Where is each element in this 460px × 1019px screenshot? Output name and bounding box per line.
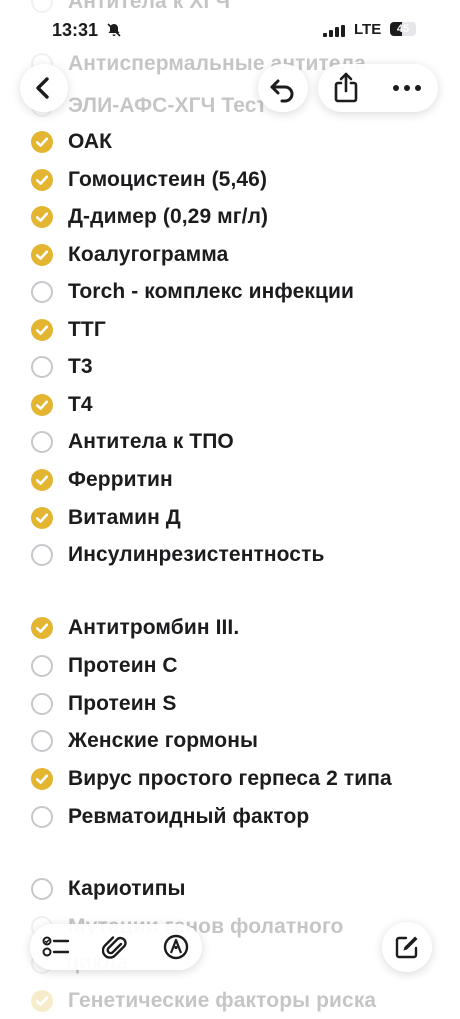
attach-button[interactable] — [101, 933, 128, 966]
checklist-item-label: Женские гормоны — [68, 729, 259, 752]
checkbox-unchecked-icon[interactable] — [31, 544, 53, 566]
checklist-item-label: Антитела к ТПО — [68, 430, 234, 453]
checkbox-checked-icon[interactable] — [31, 206, 53, 228]
undo-icon — [270, 79, 294, 103]
checklist-item-label: Антитромбин III. — [68, 616, 240, 639]
battery-icon: 45 — [390, 22, 416, 36]
checklist-item[interactable]: Витамин Д — [0, 500, 460, 536]
paperclip-icon — [101, 936, 127, 959]
checklist-item-label: Кариотипы — [68, 877, 186, 900]
checklist-item-label: Инсулинрезистентность — [68, 543, 325, 566]
checklist-item[interactable]: Кариотипы — [0, 871, 460, 907]
checklist-item[interactable]: Протеин S — [0, 686, 460, 722]
checklist-item-label: Генетические факторы риска — [68, 989, 377, 1012]
checklist-item[interactable]: Torch - комплекс инфекции — [0, 274, 460, 310]
share-icon — [334, 72, 358, 103]
battery-level: 45 — [396, 23, 410, 35]
checkbox-checked-icon[interactable] — [31, 990, 53, 1012]
chevron-left-icon — [36, 77, 49, 99]
network-label: LTE — [354, 21, 382, 38]
back-button[interactable] — [20, 64, 68, 112]
checkbox-unchecked-icon[interactable] — [31, 655, 53, 677]
share-button[interactable] — [332, 70, 360, 109]
checkbox-checked-icon[interactable] — [31, 469, 53, 491]
checklist-item[interactable]: Протеин С — [0, 648, 460, 684]
checklist-item-label: Вирус простого герпеса 2 типа — [68, 767, 392, 790]
checkbox-unchecked-icon[interactable] — [31, 730, 53, 752]
checklist-item-label: ОАК — [68, 130, 113, 153]
checklist-item-label: Д-димер (0,29 мг/л) — [68, 205, 269, 228]
checklist-item-label: Коалугограмма — [68, 243, 229, 266]
compose-button[interactable] — [382, 922, 432, 972]
checkbox-checked-icon[interactable] — [31, 394, 53, 416]
checklist-item[interactable]: Ревматоидный фактор — [0, 799, 460, 835]
checklist-item[interactable]: Ферритин — [0, 462, 460, 498]
status-time: 13:31 — [52, 20, 99, 40]
markup-button[interactable] — [162, 933, 190, 966]
checklist-item-label: Витамин Д — [68, 506, 181, 529]
checkbox-unchecked-icon[interactable] — [31, 693, 53, 715]
more-button[interactable] — [390, 76, 424, 105]
checklist-item[interactable]: Вирус простого герпеса 2 типа — [0, 761, 460, 797]
bell-muted-icon — [106, 22, 122, 43]
checkbox-unchecked-icon[interactable] — [31, 356, 53, 378]
checklist-item-label: Антиспермальные антитела — [68, 52, 366, 75]
checkbox-checked-icon[interactable] — [31, 617, 53, 639]
checklist-item[interactable]: Генетические факторы риска — [0, 983, 460, 1019]
checkbox-unchecked-icon[interactable] — [31, 431, 53, 453]
checklist-item-label: Т4 — [68, 393, 93, 416]
checklist-item-label: Torch - комплекс инфекции — [68, 280, 355, 303]
checklist-item[interactable]: Женские гормоны — [0, 723, 460, 759]
checklist-item[interactable]: ОАК — [0, 124, 460, 160]
compose-icon — [395, 936, 418, 959]
checklist-item-label: Т3 — [68, 355, 93, 378]
checkbox-unchecked-icon[interactable] — [31, 0, 53, 13]
checklist-item[interactable]: Антитела к ТПО — [0, 424, 460, 460]
checklist-item[interactable]: Коалугограмма — [0, 237, 460, 273]
checklist-icon — [42, 936, 70, 957]
checklist-button[interactable] — [42, 935, 72, 964]
bottom-toolbar — [30, 924, 202, 970]
more-icon — [393, 85, 421, 91]
checklist-item-label: Гомоцистеин (5,46) — [68, 168, 268, 191]
checklist-item[interactable]: Т3 — [0, 349, 460, 385]
checklist-item-label: Протеин S — [68, 692, 177, 715]
checkbox-checked-icon[interactable] — [31, 768, 53, 790]
checklist-item-label: Ферритин — [68, 468, 173, 491]
top-actions — [318, 64, 438, 112]
checklist-item-label: ЭЛИ-АФС-ХГЧ Тест — [68, 94, 267, 117]
checkbox-unchecked-icon[interactable] — [31, 806, 53, 828]
checklist-item[interactable]: Д-димер (0,29 мг/л) — [0, 199, 460, 235]
checkbox-checked-icon[interactable] — [31, 319, 53, 341]
checklist-item[interactable]: Инсулинрезистентность — [0, 537, 460, 573]
checkbox-checked-icon[interactable] — [31, 131, 53, 153]
checklist-item[interactable]: Гомоцистеин (5,46) — [0, 162, 460, 198]
checklist-item-label: Протеин С — [68, 654, 178, 677]
pen-tip-icon — [163, 934, 189, 960]
undo-button[interactable] — [258, 64, 308, 112]
checklist-item-label: Ревматоидный фактор — [68, 805, 310, 828]
checklist-item[interactable]: Т4 — [0, 387, 460, 423]
checklist-item-label: Антитела к ХГЧ — [68, 0, 231, 13]
checklist-item-label: ТТГ — [68, 318, 106, 341]
signal-icon — [323, 24, 345, 42]
checkbox-unchecked-icon[interactable] — [31, 281, 53, 303]
checklist-item[interactable]: ТТГ — [0, 312, 460, 348]
checkbox-checked-icon[interactable] — [31, 244, 53, 266]
checkbox-checked-icon[interactable] — [31, 507, 53, 529]
status-bar: 13:31 LTE 45 — [0, 16, 460, 46]
checkbox-unchecked-icon[interactable] — [31, 878, 53, 900]
checkbox-checked-icon[interactable] — [31, 169, 53, 191]
checklist-item[interactable]: Антитромбин III. — [0, 610, 460, 646]
